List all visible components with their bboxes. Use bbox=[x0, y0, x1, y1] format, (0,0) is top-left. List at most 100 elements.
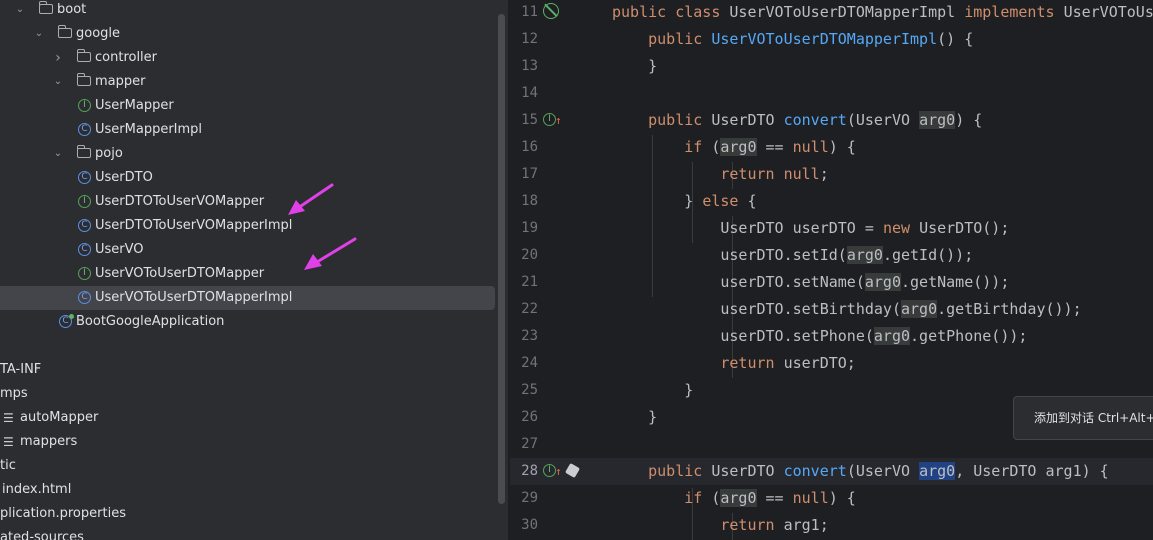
tree-item-label: TA-INF bbox=[0, 362, 42, 377]
class-icon: C bbox=[78, 123, 91, 136]
code-line[interactable]: 17 return null; bbox=[510, 161, 1153, 188]
line-number: 25 bbox=[521, 382, 538, 398]
interface-icon: I bbox=[78, 99, 91, 112]
tree-item-label: UserVO bbox=[95, 242, 144, 257]
tree-item-label: UserVOToUserDTOMapperImpl bbox=[95, 290, 293, 305]
add-to-chat-tooltip[interactable]: 添加到对话 Ctrl+Alt+I bbox=[1013, 396, 1153, 440]
code-token: UserDTO bbox=[711, 462, 784, 480]
code-text: return userDTO; bbox=[612, 350, 855, 377]
keyword-token: null bbox=[792, 138, 829, 156]
tree-item-label: mps bbox=[0, 386, 28, 401]
code-token: userDTO.setId( bbox=[612, 246, 847, 264]
code-line[interactable]: 24 return userDTO; bbox=[510, 350, 1153, 377]
code-token: UserDTO(); bbox=[919, 219, 1010, 237]
code-token: (UserVO bbox=[846, 462, 920, 480]
tree-item-label: tic bbox=[0, 458, 16, 473]
function-token: convert bbox=[783, 462, 847, 480]
tree-item-label: plication.properties bbox=[0, 506, 126, 521]
code-text: public UserDTO convert(UserVO arg0, User… bbox=[612, 458, 1109, 485]
annotation-arrow bbox=[288, 183, 334, 215]
code-token: arg1; bbox=[783, 516, 829, 534]
tooltip-text: 添加到对话 Ctrl+Alt+I bbox=[1034, 411, 1153, 425]
highlighted-identifier: arg0 bbox=[720, 489, 757, 507]
code-line[interactable]: 14 bbox=[510, 80, 1153, 107]
line-number: 24 bbox=[521, 355, 538, 371]
code-token: .getId()); bbox=[882, 246, 974, 264]
chevron-down-icon[interactable]: ⌄ bbox=[51, 142, 65, 166]
chevron-down-icon[interactable]: ⌄ bbox=[32, 22, 46, 46]
project-tree-scrollbar[interactable] bbox=[498, 14, 505, 504]
code-line[interactable]: 23 userDTO.setPhone(arg0.getPhone()); bbox=[510, 323, 1153, 350]
code-line[interactable]: 28 I ↑ public UserDTO convert(UserVO arg0,… bbox=[510, 458, 1153, 485]
keyword-token: public bbox=[648, 462, 712, 480]
code-token: { bbox=[747, 192, 757, 210]
ai-action-icon[interactable] bbox=[564, 462, 581, 479]
code-text: userDTO.setBirthday(arg0.getBirthday()); bbox=[612, 296, 1082, 323]
folder-icon bbox=[77, 73, 91, 86]
code-token: .getName()); bbox=[901, 273, 1010, 291]
code-token: UserDTO bbox=[711, 111, 784, 129]
tree-item-label: UserMapper bbox=[95, 98, 174, 113]
function-token: UserVOToUserDTOMapperImpl bbox=[711, 30, 938, 48]
line-number: 29 bbox=[521, 490, 538, 506]
code-line[interactable]: 16 if (arg0 == null) { bbox=[510, 134, 1153, 161]
code-token: UserVOToUserDTOMapper bbox=[1063, 3, 1153, 21]
code-token: ) { bbox=[828, 138, 856, 156]
line-number: 22 bbox=[521, 301, 538, 317]
code-token: } bbox=[612, 381, 694, 399]
code-line[interactable]: 30 return arg1; bbox=[510, 512, 1153, 539]
project-tree-panel: ⌄ boot ⌄ google › controller ⌄ mapper I UserMappe… bbox=[0, 0, 508, 540]
code-text: return null; bbox=[612, 161, 828, 188]
function-token: convert bbox=[783, 111, 847, 129]
code-token: == bbox=[756, 138, 793, 156]
tree-item-label: UserMapperImpl bbox=[95, 122, 203, 137]
line-number: 11 bbox=[521, 4, 538, 20]
keyword-token: null bbox=[792, 489, 829, 507]
code-line[interactable]: 11 public class UserVOToUserDTOMapperImpl… bbox=[510, 0, 1153, 26]
tree-item-label: controller bbox=[95, 50, 158, 65]
code-token: userDTO.setBirthday( bbox=[612, 300, 901, 318]
code-token: } bbox=[612, 408, 658, 426]
chevron-right-icon[interactable]: › bbox=[51, 46, 65, 70]
keyword-token: return bbox=[720, 516, 784, 534]
code-text: UserDTO userDTO = new UserDTO(); bbox=[612, 215, 1009, 242]
line-number: 27 bbox=[521, 436, 538, 452]
line-number: 15 bbox=[521, 112, 538, 128]
class-icon: C bbox=[78, 219, 91, 232]
highlighted-identifier: arg0 bbox=[864, 273, 901, 291]
code-line[interactable]: 22 userDTO.setBirthday(arg0.getBirthday(… bbox=[510, 296, 1153, 323]
tree-item-uservotouserdtomapperimpl[interactable]: C UserVOToUserDTOMapperImpl bbox=[0, 286, 495, 310]
code-line[interactable]: 12 public UserVOToUserDTOMapperImpl() { bbox=[510, 26, 1153, 53]
code-line[interactable]: 21 userDTO.setName(arg0.getName()); bbox=[510, 269, 1153, 296]
code-token: userDTO.setPhone( bbox=[612, 327, 874, 345]
code-text: } bbox=[612, 404, 657, 431]
line-number: 26 bbox=[521, 409, 538, 425]
code-line[interactable]: 29 if (arg0 == null) { bbox=[510, 485, 1153, 512]
code-line[interactable]: 19 UserDTO userDTO = new UserDTO(); bbox=[510, 215, 1153, 242]
code-line[interactable]: 15 I ↑ public UserDTO convert(UserVO arg0)… bbox=[510, 107, 1153, 134]
code-line[interactable]: 13 } bbox=[510, 53, 1153, 80]
highlighted-identifier: arg0 bbox=[720, 138, 757, 156]
code-editor[interactable]: 11 public class UserVOToUserDTOMapperImpl… bbox=[510, 0, 1153, 540]
tree-item-label: google bbox=[76, 26, 121, 41]
folder-icon bbox=[77, 49, 91, 62]
keyword-token: implements bbox=[964, 3, 1064, 21]
text-file-icon: ☰ bbox=[3, 411, 14, 425]
code-text: public UserVOToUserDTOMapperImpl() { bbox=[612, 26, 973, 53]
code-text: if (arg0 == null) { bbox=[612, 485, 856, 512]
code-line[interactable]: 20 userDTO.setId(arg0.getId()); bbox=[510, 242, 1153, 269]
highlighted-identifier: arg0 bbox=[900, 300, 938, 318]
line-number: 23 bbox=[521, 328, 538, 344]
line-number: 14 bbox=[521, 85, 538, 101]
highlighted-identifier: arg0 bbox=[919, 111, 956, 129]
line-number: 13 bbox=[521, 58, 538, 74]
chevron-down-icon[interactable]: ⌄ bbox=[51, 70, 65, 94]
code-line[interactable]: 18 } else { bbox=[510, 188, 1153, 215]
chevron-down-icon[interactable]: ⌄ bbox=[13, 0, 27, 22]
folder-icon bbox=[58, 25, 72, 38]
text-file-icon: ☰ bbox=[3, 435, 14, 449]
spring-bean-icon[interactable] bbox=[543, 3, 559, 19]
